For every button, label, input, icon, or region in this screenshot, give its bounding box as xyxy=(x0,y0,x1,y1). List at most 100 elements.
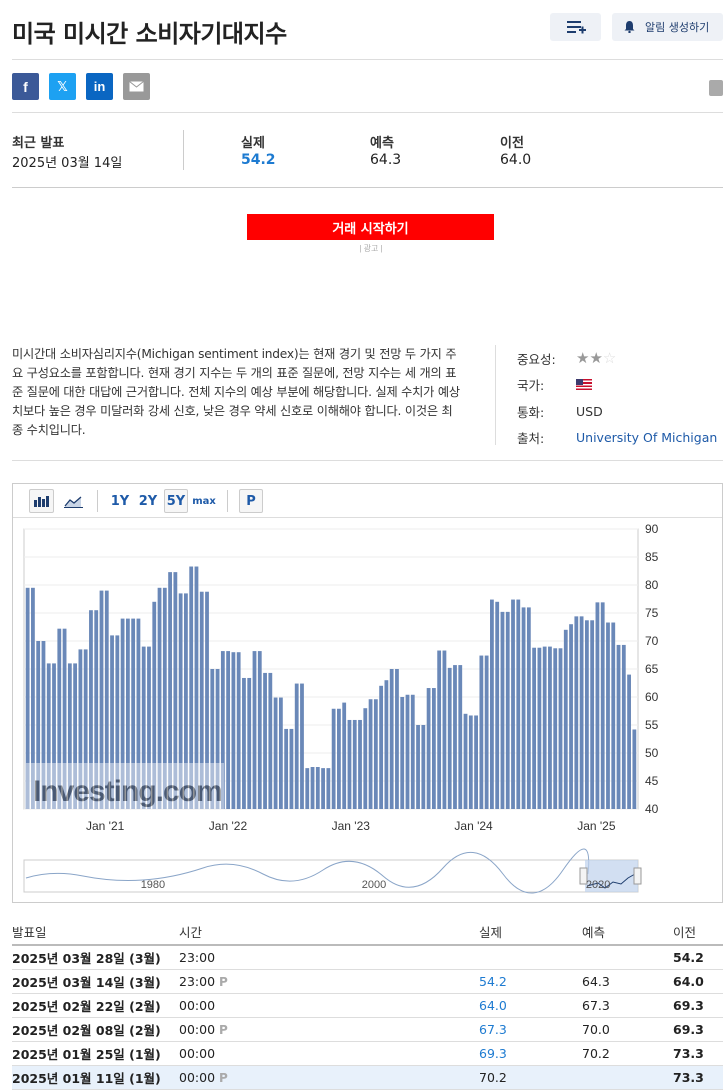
bar[interactable] xyxy=(242,677,246,809)
bar[interactable] xyxy=(553,648,558,809)
range-1y-button[interactable]: 1Y xyxy=(108,489,132,513)
bar[interactable] xyxy=(342,702,347,809)
navigator[interactable] xyxy=(23,859,639,893)
bar[interactable] xyxy=(431,688,436,809)
bar[interactable] xyxy=(389,669,394,809)
bar[interactable] xyxy=(590,620,595,809)
bar[interactable] xyxy=(358,719,362,809)
bar[interactable] xyxy=(400,697,405,809)
bar[interactable] xyxy=(352,719,357,809)
start-trading-button[interactable]: 거래 시작하기 xyxy=(247,214,494,240)
bar[interactable] xyxy=(595,602,600,809)
source-link[interactable]: University Of Michigan xyxy=(576,430,717,445)
bar[interactable] xyxy=(505,611,510,809)
bar[interactable] xyxy=(458,665,463,809)
bar[interactable] xyxy=(326,768,331,809)
bar[interactable] xyxy=(337,708,341,809)
bar[interactable] xyxy=(247,677,252,809)
bar[interactable] xyxy=(373,699,378,809)
country-label: 국가: xyxy=(517,378,545,394)
bar[interactable] xyxy=(495,601,500,809)
bar[interactable] xyxy=(300,683,304,809)
bar[interactable] xyxy=(368,699,373,809)
bar[interactable] xyxy=(252,651,257,809)
bar[interactable] xyxy=(294,683,299,809)
print-icon[interactable] xyxy=(709,80,723,96)
bar[interactable] xyxy=(426,688,431,809)
bar[interactable] xyxy=(273,697,278,809)
bar[interactable] xyxy=(437,650,442,809)
bar[interactable] xyxy=(226,651,231,809)
bar[interactable] xyxy=(231,652,236,809)
bar[interactable] xyxy=(627,674,631,809)
bar[interactable] xyxy=(305,768,310,809)
bar[interactable] xyxy=(542,646,547,809)
bar[interactable] xyxy=(263,672,267,809)
linkedin-share-button[interactable]: in xyxy=(86,73,113,100)
bar[interactable] xyxy=(463,713,468,809)
bar[interactable] xyxy=(600,602,605,809)
email-share-button[interactable] xyxy=(123,73,150,100)
bar[interactable] xyxy=(474,715,478,809)
bar[interactable] xyxy=(379,685,384,809)
bar[interactable] xyxy=(621,644,626,809)
bar[interactable] xyxy=(421,725,426,809)
bar[interactable] xyxy=(284,728,289,809)
bar[interactable] xyxy=(526,607,531,809)
chart-toolbar: 1Y 2Y 5Y max P xyxy=(13,484,722,518)
bar[interactable] xyxy=(606,622,610,809)
bar[interactable] xyxy=(363,708,368,809)
bar[interactable] xyxy=(563,629,568,809)
bar[interactable] xyxy=(500,611,505,809)
range-max-button[interactable]: max xyxy=(192,489,216,513)
source-label: 출처: xyxy=(517,431,545,447)
bar[interactable] xyxy=(569,624,573,809)
x-share-button[interactable]: 𝕏 xyxy=(49,73,76,100)
add-to-portfolio-button[interactable] xyxy=(550,13,601,41)
bar[interactable] xyxy=(584,620,589,809)
bar[interactable] xyxy=(521,607,526,809)
bar[interactable] xyxy=(315,767,320,809)
bar[interactable] xyxy=(395,669,399,809)
bar[interactable] xyxy=(484,655,489,809)
bar[interactable] xyxy=(479,655,484,809)
bar[interactable] xyxy=(537,647,542,809)
bar[interactable] xyxy=(410,694,415,809)
bar[interactable] xyxy=(347,719,352,809)
bar[interactable] xyxy=(611,622,616,809)
y-tick-label: 45 xyxy=(645,774,659,788)
facebook-share-button[interactable]: f xyxy=(12,73,39,100)
bar[interactable] xyxy=(289,728,294,809)
p-marker-toggle[interactable]: P xyxy=(239,489,263,513)
bar[interactable] xyxy=(632,729,637,809)
bar-chart-toggle[interactable] xyxy=(29,489,54,513)
bar[interactable] xyxy=(268,672,273,809)
bar[interactable] xyxy=(468,715,473,809)
navigator-right-handle[interactable] xyxy=(633,867,642,885)
bar[interactable] xyxy=(236,652,241,809)
bar[interactable] xyxy=(579,616,584,809)
bar[interactable] xyxy=(558,648,563,809)
bar[interactable] xyxy=(574,616,579,809)
bar[interactable] xyxy=(321,768,325,809)
bar[interactable] xyxy=(447,667,452,809)
bar[interactable] xyxy=(416,725,420,809)
bar[interactable] xyxy=(278,697,283,809)
line-chart-toggle[interactable] xyxy=(61,489,86,513)
range-2y-button[interactable]: 2Y xyxy=(136,489,160,513)
bar[interactable] xyxy=(511,599,515,809)
bar[interactable] xyxy=(616,644,621,809)
bar[interactable] xyxy=(516,599,521,809)
bar[interactable] xyxy=(405,694,410,809)
range-5y-button[interactable]: 5Y xyxy=(164,489,188,513)
bar[interactable] xyxy=(442,650,447,809)
bar[interactable] xyxy=(257,651,262,809)
bar[interactable] xyxy=(453,665,457,809)
bar[interactable] xyxy=(548,646,552,809)
bar[interactable] xyxy=(331,708,336,809)
bar[interactable] xyxy=(310,767,315,809)
bar[interactable] xyxy=(490,599,494,809)
create-alert-button[interactable]: 알림 생성하기 xyxy=(612,13,723,41)
bar[interactable] xyxy=(384,680,389,809)
bar[interactable] xyxy=(532,647,537,809)
